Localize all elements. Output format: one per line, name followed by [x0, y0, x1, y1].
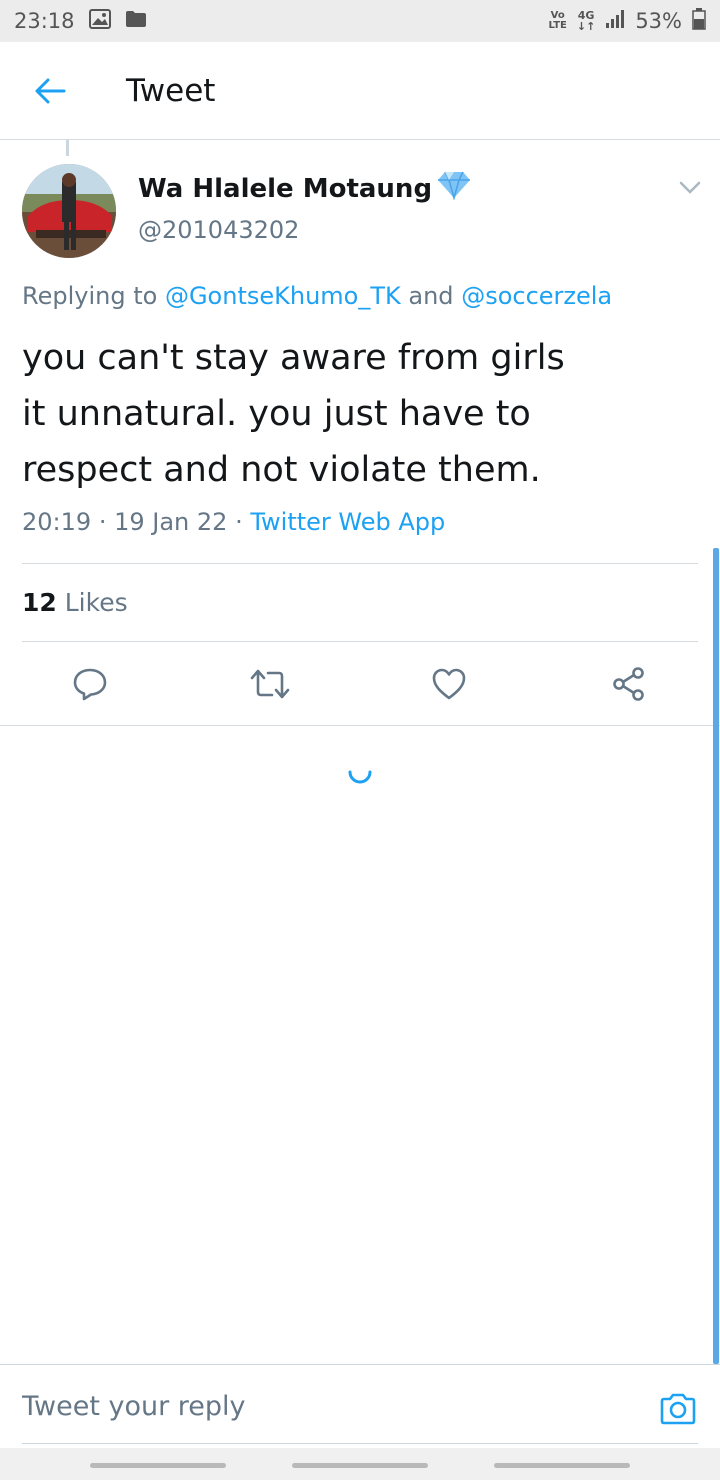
reply-composer	[0, 1364, 720, 1448]
camera-button[interactable]	[658, 1389, 698, 1429]
tweet-meta: 20:19 · 19 Jan 22 · Twitter Web App	[22, 508, 445, 536]
avatar[interactable]	[22, 164, 116, 258]
divider	[22, 641, 698, 642]
reply-icon	[73, 668, 107, 701]
tweet-text-line: you can't stay aware from girls	[22, 338, 565, 378]
chevron-down-icon	[679, 181, 701, 194]
retweet-icon	[250, 669, 290, 699]
mention-link-2[interactable]: @soccerzela	[461, 282, 612, 310]
loading-spinner	[346, 762, 374, 790]
tweet-time: 20:19	[22, 508, 92, 536]
status-time: 23:18	[14, 9, 75, 33]
reply-button[interactable]	[70, 664, 110, 704]
tweet-menu-button[interactable]	[676, 176, 704, 200]
divider	[22, 563, 698, 564]
author-handle[interactable]: @201043202	[138, 216, 299, 244]
status-bar: 23:18 Vo LTE 4G ↓↑ 53%	[0, 0, 720, 42]
tweet-text-line: respect and not violate them.	[22, 450, 541, 490]
folder-icon	[125, 9, 147, 33]
thread-connector	[66, 140, 69, 156]
battery-percent: 53%	[635, 9, 682, 33]
reply-input[interactable]	[22, 1381, 622, 1431]
like-button[interactable]	[429, 664, 469, 704]
app-bar: Tweet	[0, 42, 720, 140]
network-4g-icon: 4G ↓↑	[576, 9, 596, 33]
share-button[interactable]	[609, 664, 649, 704]
diamond-icon	[436, 170, 472, 207]
camera-icon	[660, 1393, 696, 1425]
like-icon	[432, 668, 466, 700]
tweet-text: you can't stay aware from girls it unnat…	[22, 330, 682, 498]
share-icon	[613, 667, 644, 701]
likes-label: Likes	[64, 588, 128, 617]
page-title: Tweet	[126, 72, 216, 109]
network-label: 4G	[577, 9, 595, 22]
likes-count: 12	[22, 588, 57, 617]
likes-count-link[interactable]: 12 Likes	[22, 588, 128, 617]
author-name: Wa Hlalele Motaung	[138, 173, 433, 204]
nav-recents-pill[interactable]	[90, 1463, 226, 1468]
tweet-date: 19 Jan 22	[114, 508, 228, 536]
tweet-source-link[interactable]: Twitter Web App	[250, 508, 445, 536]
retweet-button[interactable]	[250, 664, 290, 704]
signal-icon	[605, 9, 625, 34]
battery-icon	[692, 7, 706, 35]
separator-dot: ·	[98, 508, 115, 536]
status-right: Vo LTE 4G ↓↑ 53%	[548, 7, 707, 35]
volte-icon: Vo LTE	[548, 10, 567, 31]
back-button[interactable]	[0, 42, 100, 140]
mention-link-1[interactable]: @GontseKhumo_TK	[165, 282, 401, 310]
system-nav-bar	[0, 1448, 720, 1480]
replying-to: Replying to @GontseKhumo_TK and @soccerz…	[22, 282, 612, 310]
scrollbar[interactable]	[713, 548, 719, 1364]
nav-home-pill[interactable]	[292, 1463, 428, 1468]
author-name-row[interactable]: Wa Hlalele Motaung	[138, 170, 472, 207]
and-word: and	[408, 282, 454, 310]
nav-back-pill[interactable]	[494, 1463, 630, 1468]
tweet-actions	[0, 644, 720, 726]
back-arrow-icon	[35, 78, 66, 103]
gallery-icon	[88, 8, 111, 34]
replying-to-prefix: Replying to	[22, 282, 158, 310]
tweet-text-line: it unnatural. you just have to	[22, 394, 531, 434]
composer-underline	[22, 1443, 698, 1444]
separator-dot: ·	[235, 508, 251, 536]
status-left: 23:18	[14, 8, 147, 34]
